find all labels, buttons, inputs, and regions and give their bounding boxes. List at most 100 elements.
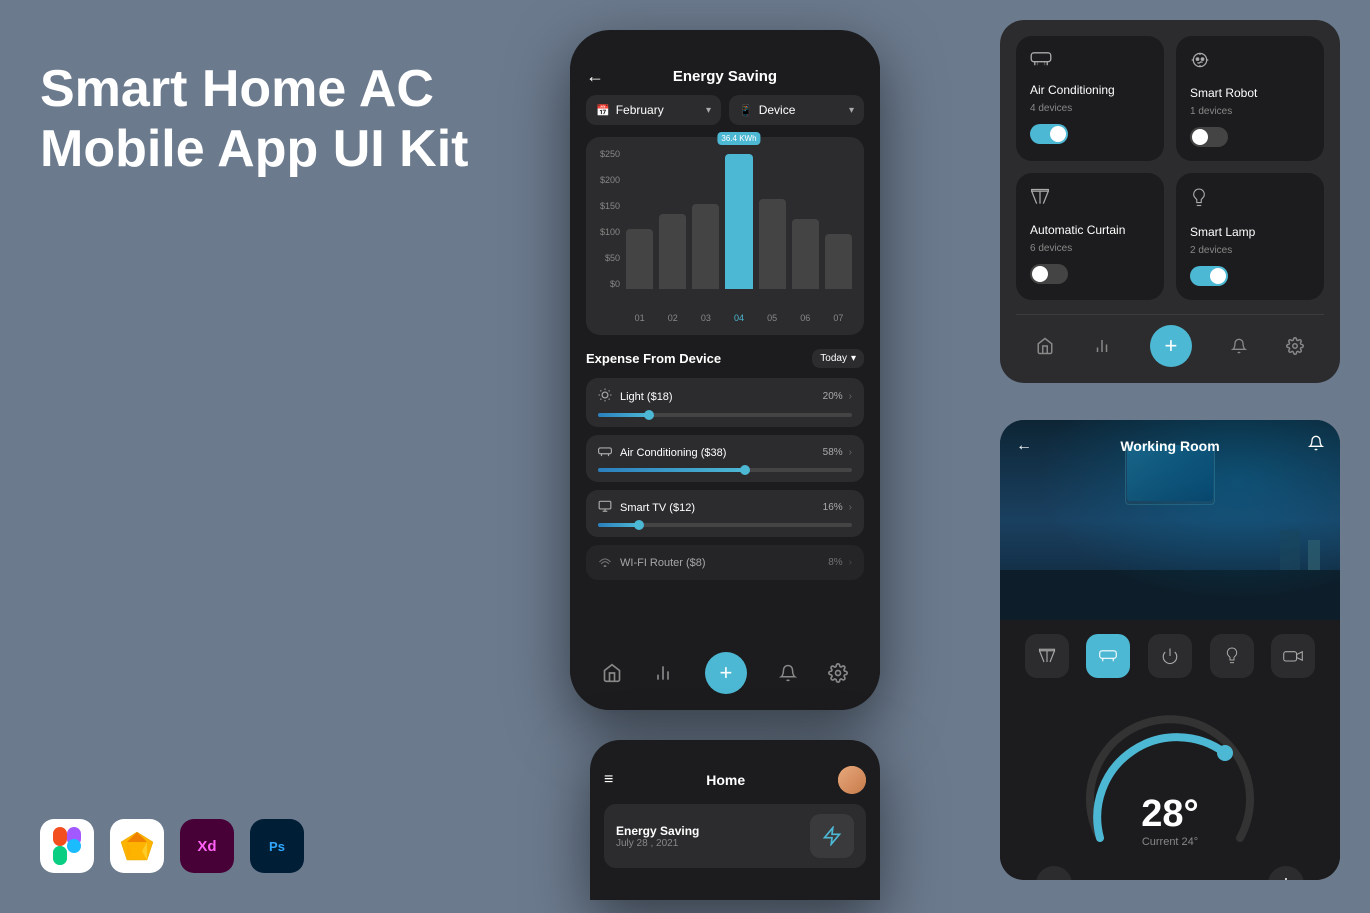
- phone2-notch: [695, 740, 775, 760]
- bar-5: [759, 199, 786, 289]
- home-title: Home: [706, 772, 745, 788]
- left-panel: Smart Home ACMobile App UI Kit: [40, 60, 520, 190]
- energy-card-icon: [810, 814, 854, 858]
- lamp-toggle-knob: [1210, 268, 1226, 284]
- temp-display: 28° Current 24°: [1141, 793, 1198, 848]
- device-grid: Air Conditioning 4 devices Smart Robot 1…: [1016, 36, 1324, 300]
- curtain-toggle[interactable]: [1030, 264, 1068, 284]
- y-label-200: $200: [598, 175, 624, 185]
- nav-add[interactable]: +: [705, 652, 747, 694]
- room-image: ← Working Room: [1000, 420, 1340, 620]
- x-label-04: 04: [725, 313, 752, 323]
- ac-toggle[interactable]: [1030, 124, 1068, 144]
- device-card-lamp: Smart Lamp 2 devices: [1176, 173, 1324, 300]
- light-chevron: ›: [849, 391, 852, 402]
- temp-controls: − +: [1016, 866, 1324, 880]
- ac-progress: [598, 468, 852, 472]
- nav-chart[interactable]: [653, 663, 673, 683]
- device-label: Device: [759, 103, 796, 117]
- lamp-device-name: Smart Lamp: [1190, 225, 1310, 239]
- curtain-device-icon: [1030, 187, 1150, 213]
- wifi-name: WI-FI Router ($8): [620, 557, 706, 569]
- bar-col-5: [759, 199, 786, 289]
- control-camera[interactable]: [1271, 634, 1315, 678]
- screen-title: Energy Saving: [673, 68, 777, 85]
- today-label: Today: [820, 353, 847, 364]
- device-filter[interactable]: 📱 Device ▾: [729, 95, 864, 125]
- control-power[interactable]: [1148, 634, 1192, 678]
- nav-bell[interactable]: [779, 663, 797, 683]
- ps-icon: Ps: [250, 819, 304, 873]
- temp-decrease[interactable]: −: [1036, 866, 1072, 880]
- expense-row-tv: Smart TV ($12) 16% ›: [598, 500, 852, 515]
- expense-item-wifi: WI-FI Router ($8) 8% ›: [586, 545, 864, 580]
- light-name: Light ($18): [620, 391, 673, 403]
- ac-icon: [598, 445, 612, 460]
- expense-title: Expense From Device: [586, 351, 721, 366]
- dp-nav-add[interactable]: +: [1150, 325, 1192, 367]
- wifi-percent: 8%: [828, 557, 842, 568]
- menu-icon[interactable]: ≡: [604, 771, 613, 789]
- today-filter[interactable]: Today ▾: [812, 349, 864, 368]
- y-label-250: $250: [598, 149, 624, 159]
- ac-device-icon: [1030, 50, 1150, 73]
- nav-home[interactable]: [602, 663, 622, 683]
- phone1-energy-saving: ← Energy Saving 📅 February ▾ 📱 Device ▾ …: [570, 30, 880, 710]
- ac-name: Air Conditioning ($38): [620, 447, 726, 459]
- dp-nav-home[interactable]: [1036, 337, 1054, 355]
- expense-left-light: Light ($18): [598, 388, 673, 405]
- dp-nav-settings[interactable]: [1286, 337, 1304, 355]
- dial-container: 28° Current 24°: [1070, 708, 1270, 858]
- phone2-header: ≡ Home: [604, 766, 866, 794]
- month-filter[interactable]: 📅 February ▾: [586, 95, 721, 125]
- tv-chevron: ›: [849, 502, 852, 513]
- expense-left-tv: Smart TV ($12): [598, 500, 695, 515]
- tv-progress: [598, 523, 852, 527]
- device-card-curtain: Automatic Curtain 6 devices: [1016, 173, 1164, 300]
- back-button[interactable]: ←: [586, 66, 604, 87]
- light-percent: 20%: [823, 391, 843, 402]
- x-label-07: 07: [825, 313, 852, 323]
- chart-wrapper: $250 $200 $150 $100 $50 $0: [598, 149, 852, 309]
- expense-row-wifi: WI-FI Router ($8) 8% ›: [598, 555, 852, 570]
- nav-settings[interactable]: [828, 663, 848, 683]
- dp-nav-bell[interactable]: [1231, 337, 1247, 355]
- main-title: Smart Home ACMobile App UI Kit: [40, 60, 520, 180]
- expense-item-ac: Air Conditioning ($38) 58% ›: [586, 435, 864, 482]
- expense-header: Expense From Device Today ▾: [586, 349, 864, 368]
- device-card-robot: Smart Robot 1 devices: [1176, 36, 1324, 161]
- bar-col-7: [825, 234, 852, 289]
- robot-device-count: 1 devices: [1190, 106, 1310, 117]
- bar-4-active: [725, 154, 752, 289]
- room-bell-icon[interactable]: [1308, 434, 1324, 457]
- light-icon: [598, 388, 612, 405]
- bar-col-2: [659, 214, 686, 289]
- energy-card-left: Energy Saving July 28 , 2021: [616, 824, 699, 849]
- device-panel-nav: +: [1016, 314, 1324, 367]
- bar-tooltip: 36.4 KWh: [717, 132, 760, 145]
- ac-dot: [740, 465, 750, 475]
- dp-nav-chart[interactable]: [1093, 337, 1111, 355]
- lamp-toggle[interactable]: [1190, 266, 1228, 286]
- expense-row-ac: Air Conditioning ($38) 58% ›: [598, 445, 852, 460]
- temp-increase[interactable]: +: [1268, 866, 1304, 880]
- y-labels: $250 $200 $150 $100 $50 $0: [598, 149, 624, 289]
- control-ac[interactable]: [1086, 634, 1130, 678]
- phone2-home: ≡ Home Energy Saving July 28 , 2021: [590, 740, 880, 900]
- ac-device-count: 4 devices: [1030, 103, 1150, 114]
- ac-device-name: Air Conditioning: [1030, 83, 1150, 97]
- control-lamp[interactable]: [1210, 634, 1254, 678]
- device-panel: Air Conditioning 4 devices Smart Robot 1…: [1000, 20, 1340, 383]
- working-room-panel: ← Working Room: [1000, 420, 1340, 880]
- bar-col-1: [626, 229, 653, 289]
- room-back-button[interactable]: ←: [1016, 437, 1032, 455]
- room-header: ← Working Room: [1000, 420, 1340, 471]
- robot-toggle[interactable]: [1190, 127, 1228, 147]
- calendar-icon: 📅: [596, 104, 610, 117]
- light-dot: [644, 410, 654, 420]
- ac-percent: 58%: [823, 447, 843, 458]
- figma-icon: [40, 819, 94, 873]
- curtain-toggle-knob: [1032, 266, 1048, 282]
- chart-area: $250 $200 $150 $100 $50 $0: [586, 137, 864, 335]
- control-curtain[interactable]: [1025, 634, 1069, 678]
